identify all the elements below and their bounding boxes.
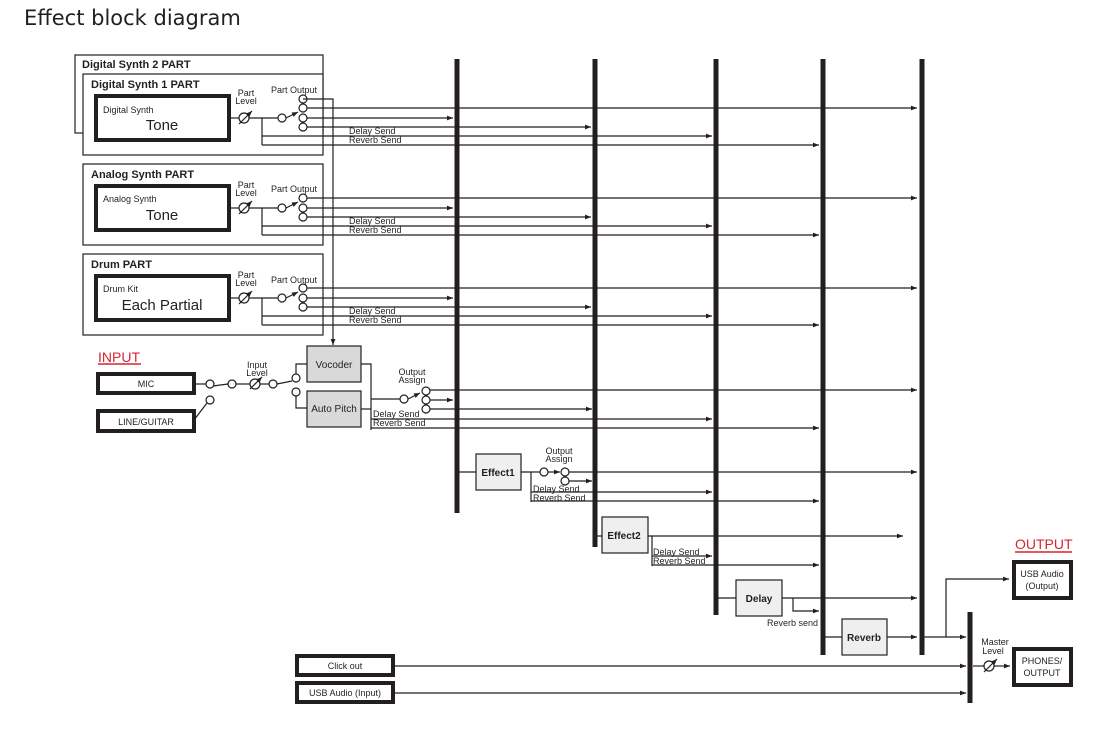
digital-synth-1-part: Digital Synth 1 PART Digital Synth Tone … <box>82 73 324 156</box>
reverb-section: Reverb <box>823 618 917 656</box>
svg-text:OUTPUT: OUTPUT <box>1024 668 1062 678</box>
switch-node <box>205 379 215 389</box>
effect-block-diagram: Effect block diagram Digital Synth 2 PAR… <box>24 6 1073 704</box>
input-heading: INPUT <box>98 349 140 365</box>
svg-text:PHONES/: PHONES/ <box>1022 656 1063 666</box>
mic-label: MIC <box>138 379 155 389</box>
line-guitar-label: LINE/GUITAR <box>118 417 174 427</box>
level-label: Level <box>235 96 257 106</box>
switch-node <box>277 203 287 213</box>
usb-audio-output-block <box>1012 560 1073 600</box>
extra-inputs: Click out USB Audio (Input) <box>295 654 966 704</box>
source-value: Each Partial <box>122 297 203 314</box>
svg-text:USB Audio: USB Audio <box>1020 569 1064 579</box>
output-node <box>298 302 308 312</box>
output-label: Part Output <box>271 184 318 194</box>
svg-text:Reverb send: Reverb send <box>767 618 818 628</box>
part-level-knob <box>238 112 250 124</box>
output-heading: OUTPUT <box>1015 536 1073 552</box>
output-node <box>298 283 308 293</box>
reverb-send-label: Reverb Send <box>349 135 402 145</box>
svg-text:Reverb Send: Reverb Send <box>373 418 426 428</box>
level-label: Level <box>235 278 257 288</box>
svg-text:Reverb Send: Reverb Send <box>653 556 706 566</box>
output-node <box>298 293 308 303</box>
source-value: Tone <box>146 207 179 224</box>
svg-text:Level: Level <box>982 646 1004 656</box>
effect2-section: Effect2 Delay Send Reverb Send <box>595 516 903 568</box>
part-name: Digital Synth 2 PART <box>82 59 191 71</box>
part-name: Digital Synth 1 PART <box>91 79 200 91</box>
svg-text:Assign: Assign <box>398 375 425 385</box>
output-node <box>298 113 308 123</box>
drum-part: Drum PART Drum Kit Each Partial Part Lev… <box>82 253 324 336</box>
switch-node <box>277 113 287 123</box>
reverb-send-label: Reverb Send <box>349 315 402 325</box>
part-level-knob <box>238 292 250 304</box>
output-node <box>298 203 308 213</box>
switch-node <box>277 293 287 303</box>
svg-text:(Output): (Output) <box>1025 581 1058 591</box>
output-node <box>298 103 308 113</box>
page-title: Effect block diagram <box>24 6 241 30</box>
input-section: INPUT MIC LINE/GUITAR Input Level Vocode… <box>96 345 917 433</box>
svg-text:Reverb Send: Reverb Send <box>533 493 586 503</box>
switch-node <box>205 395 215 405</box>
svg-text:Assign: Assign <box>545 454 572 464</box>
svg-text:Level: Level <box>246 368 268 378</box>
output-node <box>298 212 308 222</box>
output-node <box>298 193 308 203</box>
analog-synth-part: Analog Synth PART Analog Synth Tone Part… <box>82 163 324 246</box>
phones-output-block <box>1012 647 1073 687</box>
part-routing: Delay SendReverb SendDelay SendReverb Se… <box>229 94 917 328</box>
output-section: OUTPUT USB Audio (Output) Master Level P… <box>973 536 1073 687</box>
svg-text:Vocoder: Vocoder <box>316 360 353 371</box>
svg-text:Click out: Click out <box>328 661 363 671</box>
part-name: Analog Synth PART <box>91 169 194 181</box>
svg-text:USB Audio (Input): USB Audio (Input) <box>309 688 381 698</box>
source-label: Drum Kit <box>103 284 139 294</box>
source-label: Analog Synth <box>103 194 157 204</box>
part-level-knob <box>238 202 250 214</box>
svg-text:Delay: Delay <box>746 594 773 605</box>
source-value: Tone <box>146 117 179 134</box>
svg-text:Reverb: Reverb <box>847 633 881 644</box>
effect1-section: Effect1 Output Assign Delay Send Reverb … <box>457 446 917 504</box>
source-label: Digital Synth <box>103 105 154 115</box>
reverb-send-label: Reverb Send <box>349 225 402 235</box>
output-node <box>298 122 308 132</box>
svg-text:Effect1: Effect1 <box>481 468 515 479</box>
svg-text:Auto Pitch: Auto Pitch <box>311 404 357 415</box>
svg-text:Effect2: Effect2 <box>607 531 641 542</box>
output-label: Part Output <box>271 275 318 285</box>
level-label: Level <box>235 188 257 198</box>
master-level-knob <box>983 660 995 672</box>
output-label: Part Output <box>271 85 318 95</box>
part-name: Drum PART <box>91 259 152 271</box>
buses <box>454 59 973 703</box>
